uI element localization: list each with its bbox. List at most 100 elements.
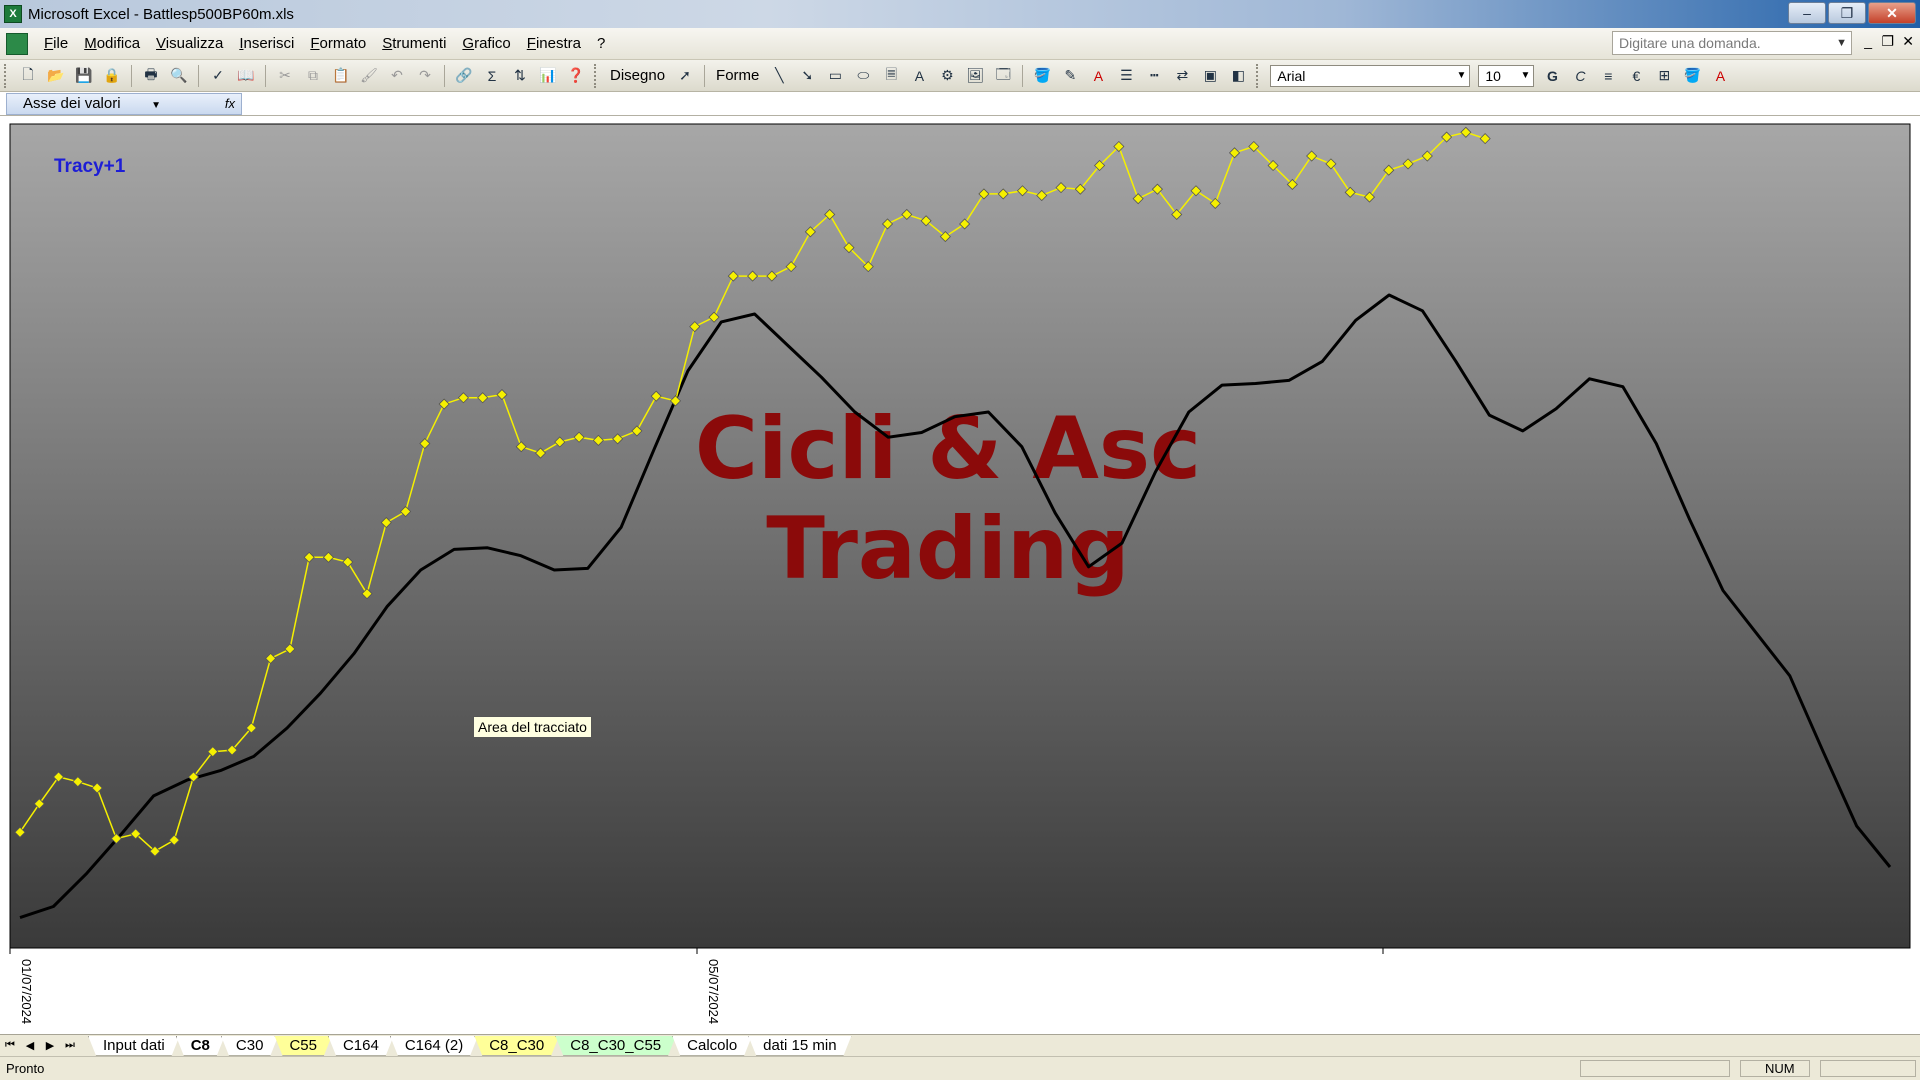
menu-help[interactable]: ? [589,29,613,59]
currency-button[interactable]: € [1625,65,1647,87]
menu-modifica[interactable]: Modifica [76,29,148,59]
wordart-icon[interactable]: A [908,65,930,87]
diagram-icon[interactable]: ⚙ [936,65,958,87]
restore-button[interactable]: ❐ [1828,2,1866,24]
line-style-icon[interactable]: ☰ [1115,65,1137,87]
sheet-tab[interactable]: Input dati [88,1036,180,1056]
sheet-tabs: Input dati C8 C30 C55 C164 C164 (2) C8_C30 C8_C… [92,1036,852,1056]
sheet-tab[interactable]: C8_C30 [474,1036,559,1056]
toolbar-grip[interactable] [1256,63,1262,88]
hyperlink-icon[interactable]: 🔗 [453,65,475,87]
chart-svg[interactable]: Tracy+1 Cicli & Asc Trading 01/07/2024 05… [0,116,1920,1034]
fill-color-icon[interactable]: 🪣 [1681,65,1703,87]
x-axis: 01/07/2024 05/07/2024 [9,948,1384,1024]
autosum-icon[interactable]: Σ [481,65,503,87]
shapes-menu-button[interactable]: Forme [710,67,765,84]
minimize-button[interactable]: – [1788,2,1826,24]
doc-restore-button[interactable]: ❐ [1881,33,1894,50]
window-title: Microsoft Excel - Battlesp500BP60m.xls [28,5,294,23]
format-selection-button[interactable]: fx [225,94,235,114]
menu-formato[interactable]: Formato [302,29,374,59]
select-pointer-icon[interactable]: ➚ [674,65,696,87]
menu-visualizza[interactable]: Visualizza [148,29,231,59]
undo-icon[interactable]: ↶ [386,65,408,87]
align-icon[interactable]: ≡ [1597,65,1619,87]
draw-menu-button[interactable]: Disegno [604,67,671,84]
fill-color-icon[interactable]: 🪣 [1031,65,1053,87]
sheet-tab-bar: ⏮ ◀ ▶ ⏭ Input dati C8 C30 C55 C164 C164 (2) C8… [0,1034,1920,1056]
chart-wizard-icon[interactable]: 📊 [537,65,559,87]
font-name-combo[interactable]: Arial ▼ [1270,64,1471,87]
status-panel [1580,1060,1730,1077]
watermark-line-2: Trading [766,499,1129,599]
picture-icon[interactable]: 🗔 [992,65,1014,87]
menu-strumenti[interactable]: Strumenti [374,29,454,59]
sort-icon[interactable]: ⇅ [509,65,531,87]
doc-close-button[interactable]: ✕ [1902,33,1914,50]
arrow-style-icon[interactable]: ⇄ [1171,65,1193,87]
toolbar-grip[interactable] [594,63,600,88]
sheet-tab[interactable]: C8_C30_C55 [555,1036,676,1056]
prev-sheet-icon[interactable]: ◀ [20,1039,40,1052]
ask-question-input[interactable]: Digitare una domanda. ▼ [1612,31,1852,55]
menu-inserisci[interactable]: Inserisci [231,29,302,59]
sheet-tab[interactable]: dati 15 min [748,1036,851,1056]
copy-icon[interactable]: ⧉ [302,65,324,87]
textbox-tool-icon[interactable]: 🗏 [880,65,902,87]
chart-area[interactable]: Tracy+1 Cicli & Asc Trading 01/07/2024 05… [0,116,1920,1034]
sheet-tab[interactable]: C8 [176,1036,225,1056]
spelling-icon[interactable]: ✓ [207,65,229,87]
permission-icon[interactable]: 🔒 [101,65,123,87]
rectangle-tool-icon[interactable]: ▭ [824,65,846,87]
font-color-icon[interactable]: A [1087,65,1109,87]
menu-grafico[interactable]: Grafico [454,29,518,59]
print-icon[interactable]: 🖶 [140,65,162,87]
borders-icon[interactable]: ⊞ [1653,65,1675,87]
sheet-tab[interactable]: C30 [221,1036,279,1056]
chevron-down-icon[interactable]: ▼ [1836,32,1847,54]
workbook-icon[interactable] [6,32,28,55]
menu-finestra[interactable]: Finestra [519,29,589,59]
arrow-tool-icon[interactable]: ➘ [796,65,818,87]
sheet-tab[interactable]: C55 [274,1036,332,1056]
open-folder-icon[interactable]: 📂 [45,65,67,87]
sheet-tab[interactable]: C164 (2) [390,1036,478,1056]
line-color-icon[interactable]: ✎ [1059,65,1081,87]
first-sheet-icon[interactable]: ⏮ [0,1039,20,1052]
toolbar-grip[interactable] [4,63,10,88]
help-icon[interactable]: ❓ [565,65,587,87]
chevron-down-icon[interactable]: ▼ [1520,66,1530,86]
chart-object-combo[interactable]: Asse dei valori ▼ fx [6,93,242,115]
redo-icon[interactable]: ↷ [414,65,436,87]
font-size-value: 10 [1485,67,1501,84]
oval-tool-icon[interactable]: ⬭ [852,65,874,87]
clipart-icon[interactable]: 🖼 [964,65,986,87]
bold-button[interactable]: G [1541,65,1563,87]
ask-question-placeholder: Digitare una domanda. [1619,35,1761,51]
toolbar-separator [704,64,706,87]
italic-button[interactable]: C [1569,65,1591,87]
next-sheet-icon[interactable]: ▶ [40,1039,60,1052]
close-button[interactable]: ✕ [1868,2,1916,24]
cut-icon[interactable]: ✂ [274,65,296,87]
font-color-icon[interactable]: A [1709,65,1731,87]
3d-icon[interactable]: ◧ [1227,65,1249,87]
title-bar: X Microsoft Excel - Battlesp500BP60m.xls… [0,0,1920,28]
dash-style-icon[interactable]: ┅ [1143,65,1165,87]
font-size-combo[interactable]: 10 ▼ [1478,64,1535,87]
print-preview-icon[interactable]: 🔍 [168,65,190,87]
sheet-tab[interactable]: C164 [328,1036,394,1056]
chevron-down-icon[interactable]: ▼ [151,96,161,116]
chevron-down-icon[interactable]: ▼ [1456,66,1466,86]
menu-file[interactable]: File [36,29,76,59]
line-tool-icon[interactable]: ╲ [768,65,790,87]
save-icon[interactable]: 💾 [73,65,95,87]
format-painter-icon[interactable]: 🖌 [358,65,380,87]
doc-minimize-button[interactable]: _ [1864,33,1872,49]
new-file-icon[interactable]: 🗋 [17,65,39,87]
shadow-icon[interactable]: ▣ [1199,65,1221,87]
sheet-tab[interactable]: Calcolo [672,1036,752,1056]
research-icon[interactable]: 📖 [235,65,257,87]
last-sheet-icon[interactable]: ⏭ [60,1039,80,1052]
paste-icon[interactable]: 📋 [330,65,352,87]
